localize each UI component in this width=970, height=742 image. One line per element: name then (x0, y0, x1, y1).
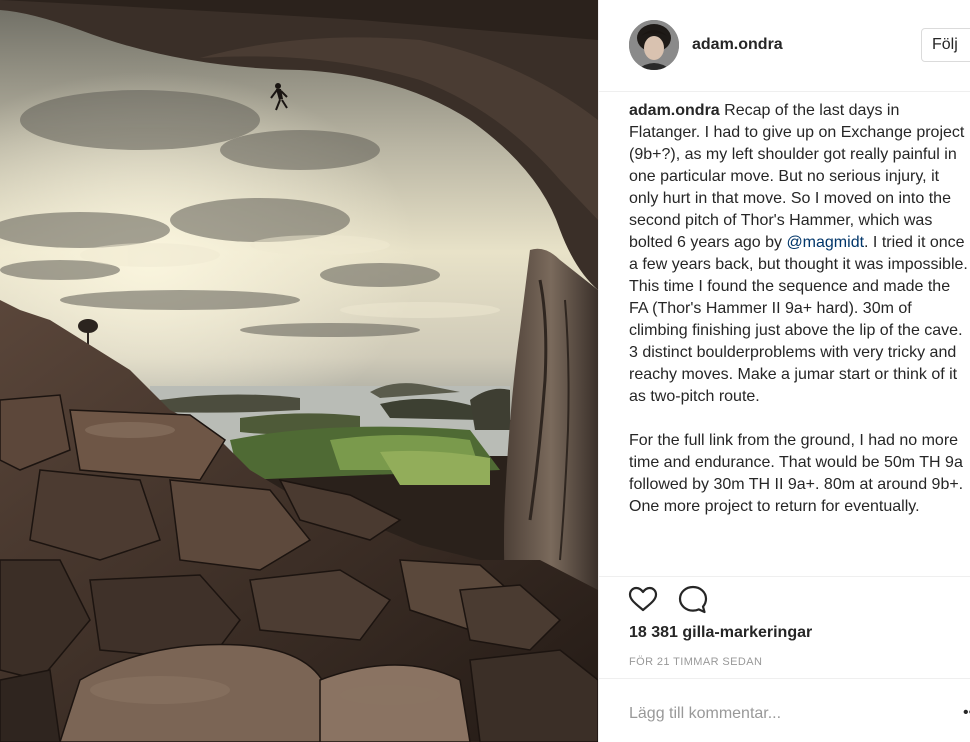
post-caption: adam.ondra Recap of the last days in Fla… (629, 100, 969, 518)
like-button[interactable] (626, 583, 660, 617)
comment-button[interactable] (676, 583, 710, 617)
post-header: adam.ondra Följ (599, 0, 970, 92)
cave-landscape-image (0, 0, 598, 742)
caption-text-part1: Recap of the last days in Flatanger. I h… (629, 102, 965, 251)
caption-username-link[interactable]: adam.ondra (629, 102, 720, 119)
avatar[interactable] (629, 20, 679, 70)
post-timestamp[interactable]: FÖR 21 TIMMAR SEDAN (629, 656, 762, 668)
comment-bubble-icon (678, 585, 708, 614)
like-count[interactable]: 18 381 gilla-markeringar (629, 624, 812, 642)
instagram-post: adam.ondra Följ adam.ondra Recap of the … (0, 0, 970, 742)
comment-form: ••• (599, 678, 970, 742)
post-photo[interactable] (0, 0, 598, 742)
avatar-image (629, 20, 679, 70)
caption-paragraph-2: For the full link from the ground, I had… (629, 432, 964, 515)
comment-input[interactable] (629, 699, 949, 729)
post-actions: 18 381 gilla-markeringar FÖR 21 TIMMAR S… (599, 576, 970, 676)
caption-text-part2: . I tried it once a few years back, but … (629, 234, 968, 405)
mention-link[interactable]: @magmidt (786, 234, 864, 251)
header-username-link[interactable]: adam.ondra (692, 36, 783, 54)
more-options-icon[interactable]: ••• (963, 703, 970, 723)
post-sidebar: adam.ondra Följ adam.ondra Recap of the … (598, 0, 970, 742)
follow-button[interactable]: Följ (921, 28, 970, 62)
heart-icon (628, 586, 658, 612)
